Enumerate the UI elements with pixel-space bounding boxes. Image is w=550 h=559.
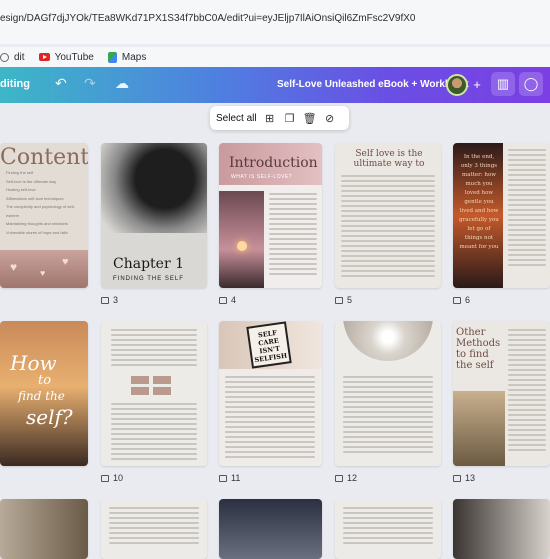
maps-icon — [107, 51, 117, 63]
page-thumbnail-row3-4[interactable] — [335, 499, 441, 559]
notes-icon — [219, 474, 227, 482]
page-thumbnail-11[interactable]: SELF CARE ISN'T SELFISH — [219, 321, 322, 466]
page-title-line: to — [38, 373, 52, 388]
page-title-line: self? — [26, 405, 73, 429]
chapter-subtitle: FINDING THE SELF — [113, 276, 184, 282]
list-item: Self-love is the Ultimate way — [6, 178, 57, 184]
globe-icon — [0, 52, 9, 62]
page-title: Self love is the ultimate way to — [353, 149, 425, 169]
add-collaborator-button[interactable]: + — [465, 72, 489, 96]
page-thumbnail-row3-5[interactable] — [453, 499, 550, 559]
url-text[interactable]: esign/DAGf7djJYOk/TEa8WKd71PX1S34f7bbC0A… — [0, 13, 550, 24]
page-title-line: find the — [18, 389, 65, 403]
page-number: 5 — [347, 295, 353, 305]
selection-toolbar: Select all ⊞ ❐ 🗑 ⊘ — [210, 106, 349, 130]
youtube-icon — [38, 53, 50, 61]
notes-icon — [453, 296, 461, 304]
page-thumbnail-row3-1[interactable] — [0, 499, 88, 559]
comments-button[interactable]: ◯ — [519, 72, 543, 96]
page-thumbnail-row3-3[interactable] — [219, 499, 322, 559]
bookmark-label: Maps — [121, 51, 147, 63]
page-number: 6 — [465, 295, 471, 305]
bookmark-youtube[interactable]: YouTube — [38, 51, 94, 63]
notes-icon — [335, 296, 343, 304]
candle-photo — [219, 191, 264, 288]
list-item: Healing self-love — [6, 187, 36, 192]
page-thumbnail-13[interactable]: Other Methods to find the self — [453, 321, 550, 466]
page-thumbnail-10-text[interactable] — [101, 321, 207, 466]
page-thumbnail-row3-2[interactable] — [101, 499, 207, 559]
undo-icon[interactable]: ↶ — [55, 75, 67, 92]
notes-icon — [335, 474, 343, 482]
trash-icon[interactable]: 🗑 — [303, 112, 317, 125]
page-thumbnail-4[interactable]: Introduction WHAT IS SELF-LOVE? — [219, 143, 322, 288]
editor-toolbar: diting ↶ ↷ ☁ Self-Love Unleashed eBook +… — [0, 67, 550, 103]
add-page-icon[interactable]: ⊞ — [263, 112, 277, 125]
page-number: 13 — [465, 473, 476, 483]
bookmarks-bar: dit YouTube Maps — [0, 47, 550, 67]
notes-icon — [101, 296, 109, 304]
bar-chart-icon: ▥ — [496, 76, 510, 91]
bookmark-maps[interactable]: Maps — [107, 51, 147, 63]
redo-icon[interactable]: ↷ — [84, 75, 96, 92]
page-title: Content — [0, 145, 88, 170]
page-label-5: 5 — [335, 295, 352, 305]
tag-block — [131, 387, 149, 395]
page-title: Other Methods to find the self — [456, 327, 501, 371]
quote-text: In the end, only 3 things matter: how mu… — [459, 154, 499, 250]
page-subtitle: WHAT IS SELF-LOVE? — [231, 174, 293, 180]
page-thumbnail-2[interactable]: Content Finding the self Self-love is th… — [0, 143, 88, 288]
page-number: 3 — [113, 295, 119, 305]
page-label-11: 11 — [219, 473, 240, 483]
hearts-photo: ♥ ♥ ♥ — [0, 250, 88, 288]
list-item: Vulnerable stores of hope and faith — [6, 229, 68, 235]
comment-icon: ◯ — [523, 76, 539, 91]
page-label-6: 6 — [453, 295, 470, 305]
page-thumbnail-3[interactable]: Chapter 1 FINDING THE SELF — [101, 143, 207, 288]
list-item: The complexity and psychology of self-es… — [6, 204, 75, 218]
tag-block — [153, 376, 171, 384]
page-label-12: 12 — [335, 473, 357, 483]
tag-block — [153, 387, 171, 395]
notes-icon — [453, 474, 461, 482]
page-thumbnail-10[interactable]: How to find the self? — [0, 321, 88, 466]
page-number: 10 — [113, 473, 124, 483]
page-number: 12 — [347, 473, 358, 483]
page-thumbnail-5[interactable]: Self love is the ultimate way to — [335, 143, 441, 288]
contents-list: Finding the self Self-love is the Ultima… — [6, 169, 86, 237]
chapter-title: Chapter 1 — [113, 256, 184, 272]
page-label-10: 10 — [101, 473, 123, 483]
bookmark-label: YouTube — [54, 51, 94, 63]
hide-icon[interactable]: ⊘ — [323, 112, 337, 125]
page-thumbnail-12[interactable] — [335, 321, 441, 466]
river-photo — [453, 391, 505, 466]
list-item: Finding the self — [6, 170, 34, 175]
page-label-3: 3 — [101, 295, 118, 305]
list-item: Affirmations self-love techniques — [6, 195, 64, 201]
page-thumbnail-6[interactable]: In the end, only 3 things matter: how mu… — [453, 143, 550, 288]
hands-photo — [101, 143, 207, 233]
page-title: Introduction — [229, 155, 318, 171]
page-title-line: How — [10, 351, 57, 375]
tag-block — [131, 376, 149, 384]
page-label-13: 13 — [453, 473, 475, 483]
address-bar[interactable]: esign/DAGf7djJYOk/TEa8WKd71PX1S34f7bbC0A… — [0, 0, 550, 44]
insights-button[interactable]: ▥ — [491, 72, 515, 96]
sign-text: SELF CARE ISN'T SELFISH — [246, 321, 292, 369]
duplicate-icon[interactable]: ❐ — [283, 112, 297, 125]
page-number: 4 — [231, 295, 237, 305]
bookmark-edit[interactable]: dit — [0, 52, 25, 63]
select-all-button[interactable]: Select all — [216, 113, 257, 124]
bookmark-label: dit — [14, 51, 25, 63]
document-title[interactable]: Self-Love Unleashed eBook + Workbook — [277, 79, 469, 90]
notes-icon — [219, 296, 227, 304]
page-number: 11 — [231, 473, 241, 483]
bulb-photo — [343, 321, 433, 361]
cloud-saved-icon[interactable]: ☁ — [115, 75, 129, 92]
page-label-4: 4 — [219, 295, 236, 305]
list-item: Maintaining thoughts and mindsets — [6, 221, 68, 226]
mode-menu[interactable]: diting — [0, 78, 30, 90]
notes-icon — [101, 474, 109, 482]
sign-photo: SELF CARE ISN'T SELFISH — [219, 321, 322, 369]
